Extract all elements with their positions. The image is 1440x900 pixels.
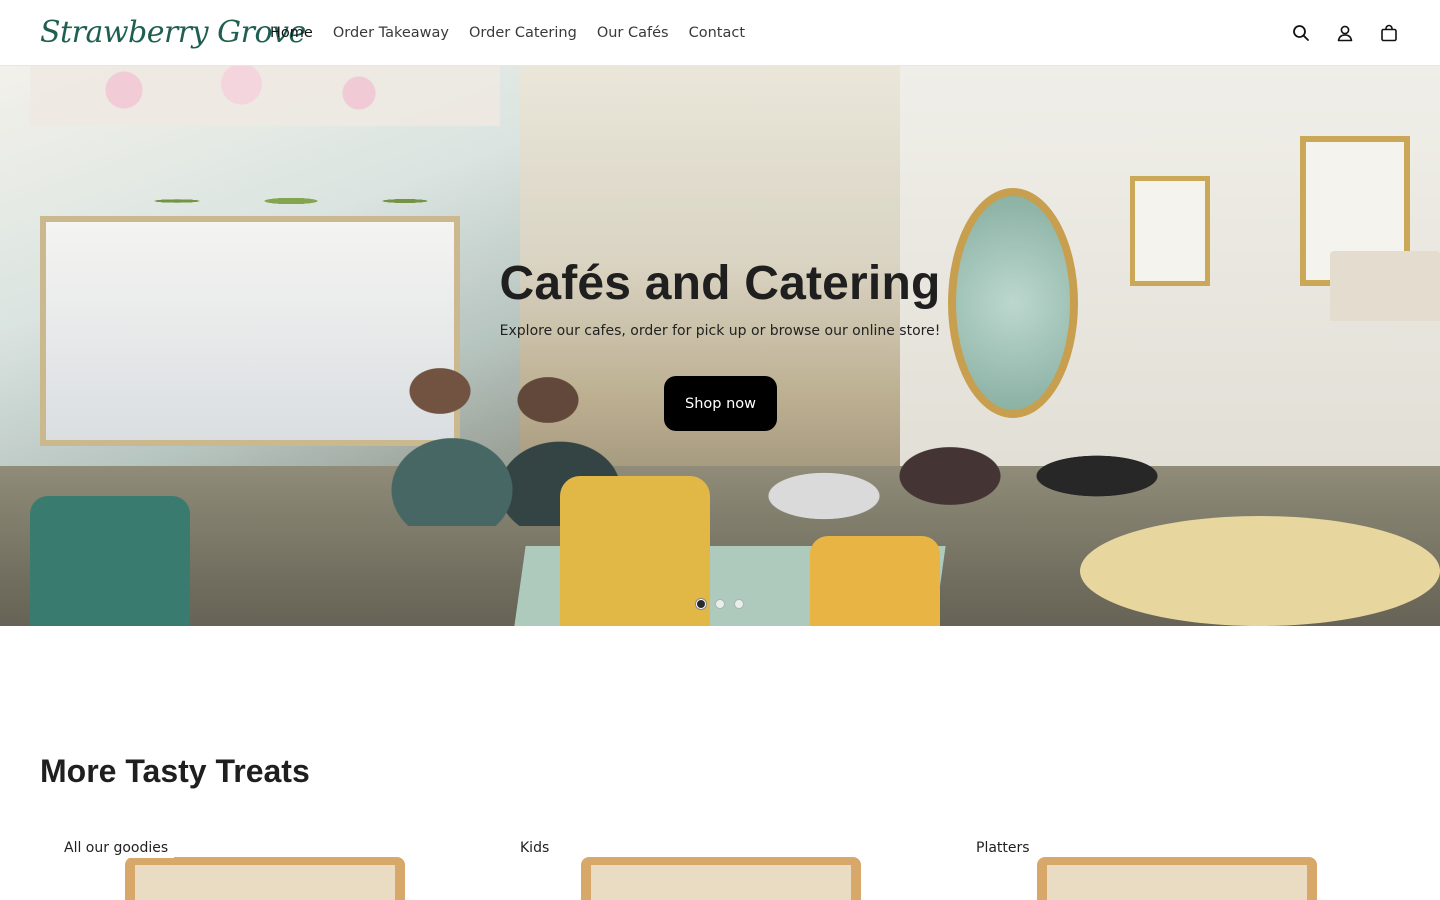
fruit-box-image (591, 865, 851, 900)
slide-dot-2[interactable] (715, 599, 725, 609)
nav-item-our-cafes[interactable]: Our Cafés (597, 25, 669, 41)
collection-card-kids[interactable]: Kids (496, 830, 916, 900)
collection-card-label[interactable]: Kids (520, 840, 556, 858)
cart-icon[interactable] (1378, 22, 1400, 44)
nav-item-contact[interactable]: Contact (689, 25, 745, 41)
nav-item-order-catering[interactable]: Order Catering (469, 25, 577, 41)
collection-card-image[interactable] (125, 857, 405, 900)
header-icons (1290, 0, 1400, 66)
collection-card-platters[interactable]: Platters (952, 830, 1372, 900)
nav-item-order-takeaway[interactable]: Order Takeaway (333, 25, 449, 41)
search-icon[interactable] (1290, 22, 1312, 44)
collection-card-image[interactable] (1037, 857, 1317, 900)
site-header: Strawberry Grove Home Order Takeaway Ord… (0, 0, 1440, 66)
shop-now-button[interactable]: Shop now (664, 376, 777, 431)
slide-dot-1[interactable] (696, 599, 706, 609)
main-nav: Home Order Takeaway Order Catering Our C… (270, 0, 745, 66)
account-icon[interactable] (1334, 22, 1356, 44)
hero-content: Cafés and Catering Explore our cafes, or… (0, 66, 1440, 626)
collection-card-all-goodies[interactable]: All our goodies (40, 830, 460, 900)
site-logo[interactable]: Strawberry Grove (40, 10, 306, 54)
collection-card-image[interactable] (581, 857, 861, 900)
hero-title: Cafés and Catering (499, 257, 941, 310)
collection-list: All our goodies Kids Platters (40, 830, 1400, 900)
collections-title: More Tasty Treats (40, 753, 310, 789)
collection-card-label[interactable]: All our goodies (64, 840, 175, 858)
slideshow-dots (0, 599, 1440, 609)
collection-card-label[interactable]: Platters (976, 840, 1036, 858)
hero-slideshow: Cafés and Catering Explore our cafes, or… (0, 66, 1440, 626)
slide-dot-3[interactable] (734, 599, 744, 609)
platter-box-image (1047, 865, 1307, 900)
hero-subtitle: Explore our cafes, order for pick up or … (499, 323, 941, 339)
nav-item-home[interactable]: Home (270, 25, 313, 41)
food-box-image (135, 865, 395, 900)
